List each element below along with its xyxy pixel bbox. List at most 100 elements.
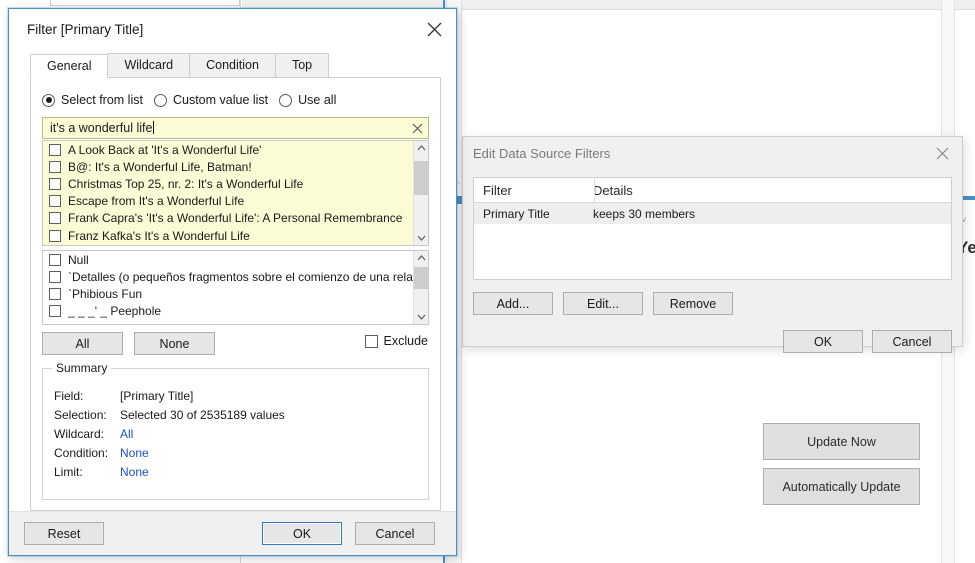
add-filter-button[interactable]: Add... [473, 292, 553, 315]
checkbox-icon[interactable] [49, 212, 61, 224]
all-values-scrollbar[interactable] [413, 251, 428, 324]
radio-button-icon [42, 94, 55, 107]
row-filter-details: keeps 30 members [584, 207, 695, 221]
summary-value[interactable]: All [120, 427, 133, 441]
filter-titlebar: Filter [Primary Title] [9, 9, 456, 49]
results-scrollbar[interactable] [413, 141, 428, 245]
list-item[interactable]: Franz Kafka's It's a Wonderful Life [43, 227, 413, 244]
summary-group-label: Summary [52, 361, 111, 375]
remove-filter-button[interactable]: Remove [653, 292, 733, 315]
list-item[interactable]: `Detalles (o pequeños fragmentos sobre e… [43, 268, 413, 285]
summary-row-limit: Limit: None [54, 465, 149, 479]
list-item[interactable]: A Look Back at 'It's a Wonderful Life' [43, 141, 413, 158]
column-header-details: Details [584, 183, 633, 198]
summary-key: Limit: [54, 465, 120, 479]
checkbox-icon[interactable] [365, 335, 378, 348]
list-item[interactable]: Christmas Top 25, nr. 2: It's a Wonderfu… [43, 175, 413, 192]
radio-select-from-list[interactable]: Select from list [42, 93, 143, 107]
list-item[interactable]: It's a Wonderful Life [43, 244, 413, 245]
checkbox-icon[interactable] [49, 230, 61, 242]
scroll-down-icon[interactable] [414, 310, 429, 324]
edsf-title: Edit Data Source Filters [473, 146, 922, 161]
reset-label: Reset [48, 527, 81, 541]
remove-filter-label: Remove [670, 297, 717, 311]
reset-button[interactable]: Reset [24, 522, 104, 545]
checkbox-icon[interactable] [49, 161, 61, 173]
checkbox-icon[interactable] [49, 254, 61, 266]
checkbox-icon[interactable] [49, 288, 61, 300]
list-item[interactable]: _ _ _' _ Peephole [43, 303, 413, 320]
checkbox-icon[interactable] [49, 195, 61, 207]
filter-button-bar: Reset OK Cancel [9, 511, 456, 555]
all-values-list[interactable]: Null `Detalles (o pequeños fragmentos so… [42, 250, 429, 325]
checkbox-icon[interactable] [49, 144, 61, 156]
summary-value: [Primary Title] [120, 389, 193, 403]
edsf-body: Filter Details Primary Title keeps 30 me… [463, 169, 962, 346]
list-item-label: Null [68, 253, 89, 267]
tab-condition-label: Condition [206, 58, 259, 72]
checkbox-icon[interactable] [49, 178, 61, 190]
tab-condition[interactable]: Condition [189, 53, 276, 77]
tab-top[interactable]: Top [275, 53, 329, 77]
tab-top-label: Top [292, 58, 312, 72]
summary-key: Wildcard: [54, 427, 120, 441]
automatically-update-button[interactable]: Automatically Update [763, 468, 920, 505]
scroll-up-icon[interactable] [414, 251, 429, 265]
checkbox-icon[interactable] [49, 271, 61, 283]
summary-row-selection: Selection: Selected 30 of 2535189 values [54, 408, 285, 422]
list-item[interactable]: Escape from It's a Wonderful Life [43, 193, 413, 210]
list-item-label: B@: It's a Wonderful Life, Batman! [68, 160, 252, 174]
radio-button-icon [154, 94, 167, 107]
cancel-label: Cancel [376, 527, 415, 541]
checkbox-icon[interactable] [49, 305, 61, 317]
edsf-cancel-button[interactable]: Cancel [872, 330, 952, 353]
scroll-down-icon[interactable] [414, 231, 429, 245]
summary-key: Selection: [54, 408, 120, 422]
search-results-list[interactable]: A Look Back at 'It's a Wonderful Life' B… [42, 140, 429, 246]
ok-button[interactable]: OK [262, 522, 342, 545]
list-item-label: `Detalles (o pequeños fragmentos sobre e… [68, 270, 413, 284]
general-tab-panel: Select from list Custom value list Use a… [30, 78, 441, 511]
edit-filter-button[interactable]: Edit... [563, 292, 643, 315]
edit-filter-label: Edit... [587, 297, 619, 311]
results-scroll-thumb[interactable] [414, 161, 429, 195]
update-now-label: Update Now [807, 435, 876, 449]
search-input[interactable]: it's a wonderful life [42, 117, 429, 139]
radio-select-from-list-label: Select from list [61, 93, 143, 107]
scroll-up-icon[interactable] [414, 141, 429, 155]
list-item-label: Escape from It's a Wonderful Life [68, 194, 244, 208]
list-item[interactable]: B@: It's a Wonderful Life, Batman! [43, 158, 413, 175]
select-all-button[interactable]: All [42, 332, 123, 355]
ok-label: OK [293, 527, 311, 541]
row-filter-name: Primary Title [474, 207, 584, 221]
close-icon[interactable] [922, 137, 962, 169]
list-item[interactable]: `Phibious Fun [43, 285, 413, 302]
all-values-scroll-thumb[interactable] [414, 267, 429, 289]
add-filter-label: Add... [497, 297, 530, 311]
radio-use-all[interactable]: Use all [279, 93, 336, 107]
tab-general[interactable]: General [30, 54, 108, 78]
summary-value[interactable]: None [120, 446, 149, 460]
update-now-button[interactable]: Update Now [763, 423, 920, 460]
select-none-button[interactable]: None [134, 332, 215, 355]
column-header-filter: Filter [474, 183, 584, 198]
radio-custom-value-list[interactable]: Custom value list [154, 93, 268, 107]
summary-value[interactable]: None [120, 465, 149, 479]
edsf-ok-button[interactable]: OK [783, 330, 863, 353]
clear-search-icon[interactable] [406, 118, 428, 138]
tab-wildcard[interactable]: Wildcard [107, 53, 190, 77]
summary-row-condition: Condition: None [54, 446, 149, 460]
use-data-interpreter-box[interactable]: Use Data Interpreter [50, 0, 240, 6]
summary-group: Summary Field: [Primary Title] Selection… [42, 368, 429, 500]
list-item[interactable]: Null [43, 251, 413, 268]
list-item[interactable]: Frank Capra's 'It's a Wonderful Life': A… [43, 210, 413, 227]
close-icon[interactable] [412, 9, 456, 49]
cancel-button[interactable]: Cancel [355, 522, 435, 545]
exclude-checkbox[interactable]: Exclude [365, 334, 428, 348]
all-values-scroll-track[interactable] [414, 265, 429, 310]
list-item-label: Frank Capra's 'It's a Wonderful Life': A… [68, 211, 402, 225]
table-row[interactable]: Primary Title keeps 30 members [474, 203, 951, 224]
results-scroll-track[interactable] [414, 155, 429, 231]
list-item-label: Franz Kafka's It's a Wonderful Life [68, 229, 250, 243]
summary-row-wildcard: Wildcard: All [54, 427, 133, 441]
